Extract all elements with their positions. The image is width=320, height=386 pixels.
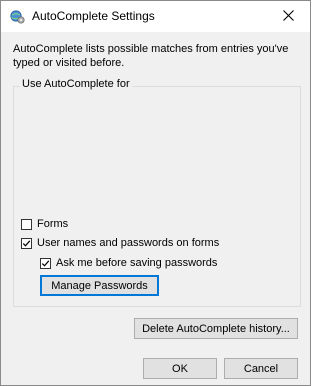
usernames-passwords-label: User names and passwords on forms (37, 237, 220, 249)
ask-before-saving-label: Ask me before saving passwords (56, 257, 218, 269)
cancel-button[interactable]: Cancel (224, 358, 298, 379)
internet-options-icon (10, 9, 25, 24)
manage-passwords-button[interactable]: Manage Passwords (40, 275, 159, 296)
ask-before-saving-checkbox[interactable] (40, 257, 51, 269)
title-bar[interactable]: AutoComplete Settings (1, 1, 310, 32)
group-label: Use AutoComplete for (20, 78, 132, 90)
usernames-passwords-checkbox[interactable] (21, 237, 32, 249)
forms-label: Forms (37, 218, 69, 230)
close-icon (282, 9, 294, 24)
dialog-description: AutoComplete lists possible matches from… (13, 43, 289, 69)
dialog-title: AutoComplete Settings (32, 9, 155, 23)
ask-before-saving-checkbox-row[interactable]: Ask me before saving passwords (40, 257, 217, 269)
checkmark-icon (41, 259, 50, 267)
ok-button[interactable]: OK (143, 358, 217, 379)
delete-autocomplete-history-button[interactable]: Delete AutoComplete history... (134, 318, 298, 339)
forms-checkbox-row[interactable]: Forms (21, 218, 68, 230)
checkmark-icon (22, 239, 31, 247)
close-button[interactable] (266, 1, 310, 32)
forms-checkbox[interactable] (21, 218, 32, 230)
use-autocomplete-group (13, 86, 301, 307)
autocomplete-settings-dialog: AutoComplete Settings AutoComplete lists… (0, 0, 311, 386)
usernames-passwords-checkbox-row[interactable]: User names and passwords on forms (21, 237, 219, 249)
